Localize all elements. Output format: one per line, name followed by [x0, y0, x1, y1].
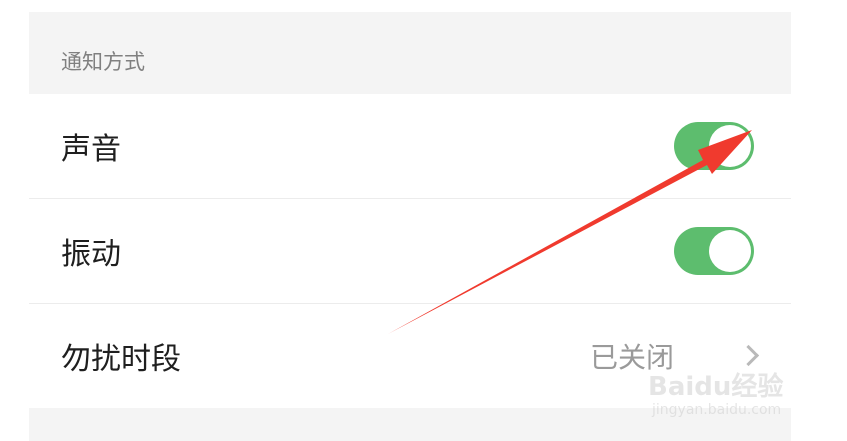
watermark-logo: Baidu经验 [648, 372, 784, 402]
baidu-watermark: Baidu经验 jingyan.baidu.com [648, 366, 808, 426]
watermark-url: jingyan.baidu.com [652, 402, 782, 418]
